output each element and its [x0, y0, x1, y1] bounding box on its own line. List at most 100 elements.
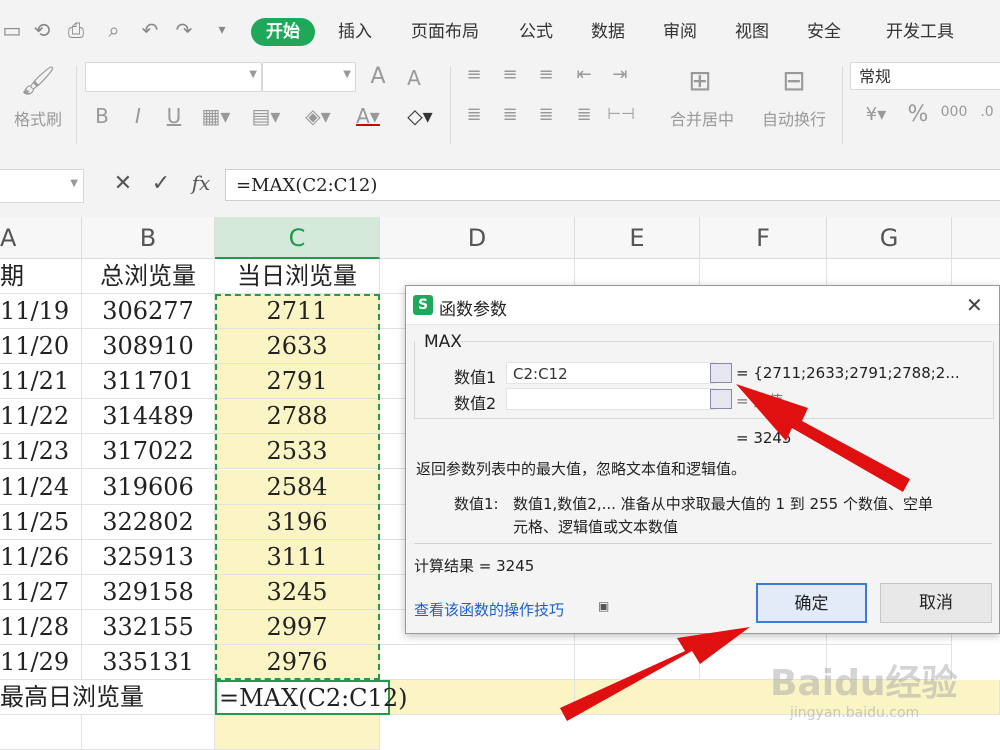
- wrap-text-label[interactable]: 自动换行: [754, 106, 834, 130]
- tab-data[interactable]: 数据: [580, 18, 636, 46]
- print-icon[interactable]: ⎙: [64, 18, 88, 42]
- dialog-titlebar[interactable]: S 函数参数 ✕: [406, 286, 999, 325]
- cell[interactable]: [390, 680, 575, 715]
- align-bottom-icon[interactable]: ≡: [534, 64, 558, 85]
- align-middle-icon[interactable]: ≡: [498, 64, 522, 85]
- cell-header-date[interactable]: 期: [0, 259, 82, 294]
- cell-total[interactable]: 335131: [82, 645, 215, 680]
- cell-daily[interactable]: 2791: [215, 364, 380, 400]
- tab-view[interactable]: 视图: [724, 18, 780, 46]
- collapse-dialog-icon[interactable]: [710, 389, 732, 409]
- column-header-blank[interactable]: [952, 217, 1000, 259]
- arg1-input[interactable]: C2:C12: [506, 362, 716, 384]
- cell[interactable]: [380, 645, 575, 680]
- cell-daily[interactable]: 2997: [215, 609, 380, 645]
- column-header-f[interactable]: F: [700, 217, 827, 259]
- formula-input[interactable]: =MAX(C2:C12): [225, 169, 1000, 201]
- increase-decimal-icon[interactable]: .0: [974, 104, 1000, 120]
- cell-total[interactable]: 329158: [82, 574, 215, 610]
- cell[interactable]: [0, 715, 82, 750]
- distributed-icon[interactable]: ⊢⊣: [606, 104, 636, 123]
- align-left-icon[interactable]: ≣: [462, 104, 486, 125]
- redo-icon[interactable]: ↷: [172, 18, 196, 42]
- cell-daily[interactable]: 3245: [215, 574, 380, 610]
- video-icon[interactable]: ▣: [598, 599, 609, 613]
- align-top-icon[interactable]: ≡: [462, 64, 486, 85]
- confirm-formula-icon[interactable]: ✓: [148, 171, 174, 196]
- bold-button[interactable]: B: [92, 104, 112, 128]
- customize-quick-access-icon[interactable]: ▾: [210, 18, 234, 42]
- wrap-text-icon[interactable]: ⊟: [774, 64, 814, 98]
- print-preview-icon[interactable]: ⌕: [102, 18, 126, 42]
- cell-daily[interactable]: 2533: [215, 434, 380, 470]
- tab-review[interactable]: 审阅: [652, 18, 708, 46]
- active-cell-formula[interactable]: =MAX(C2:C12): [215, 680, 407, 715]
- format-painter-icon[interactable]: 🖌: [18, 64, 58, 98]
- column-header-b[interactable]: B: [82, 217, 215, 259]
- cell-date[interactable]: 11/26: [0, 539, 82, 575]
- cell-total[interactable]: 322802: [82, 504, 215, 540]
- column-header-g[interactable]: G: [827, 217, 952, 259]
- cell-total[interactable]: 308910: [82, 329, 215, 365]
- cell-daily[interactable]: 2976: [215, 645, 380, 680]
- tab-developer[interactable]: 开发工具: [876, 18, 964, 46]
- undo-icon[interactable]: ↶: [138, 18, 162, 42]
- decrease-indent-icon[interactable]: ⇤: [572, 64, 596, 85]
- underline-button[interactable]: U: [164, 104, 184, 128]
- percent-icon[interactable]: %: [904, 102, 932, 127]
- collapse-dialog-icon[interactable]: [710, 363, 732, 383]
- increase-font-icon[interactable]: A: [366, 64, 390, 89]
- currency-icon[interactable]: ¥▾: [856, 104, 896, 125]
- cell-daily[interactable]: 3196: [215, 504, 380, 540]
- cell-daily[interactable]: 2711: [215, 294, 380, 329]
- cloud-save-icon[interactable]: ⟲: [30, 18, 54, 42]
- increase-indent-icon[interactable]: ⇥: [608, 64, 632, 85]
- cell-date[interactable]: 11/29: [0, 645, 82, 680]
- tab-page-layout[interactable]: 页面布局: [400, 18, 490, 46]
- cell-total[interactable]: 306277: [82, 294, 215, 329]
- cell[interactable]: [82, 715, 215, 750]
- merge-center-label[interactable]: 合并居中: [656, 106, 748, 130]
- align-right-icon[interactable]: ≣: [534, 104, 558, 125]
- ok-button[interactable]: 确定: [756, 583, 867, 623]
- cancel-button[interactable]: 取消: [880, 583, 992, 623]
- justify-icon[interactable]: ≣: [572, 104, 596, 125]
- tab-home[interactable]: 开始: [251, 18, 315, 46]
- cell-style-icon[interactable]: ▤▾: [248, 104, 284, 128]
- insert-function-icon[interactable]: fx: [186, 171, 216, 195]
- cell-total[interactable]: 311701: [82, 364, 215, 400]
- borders-icon[interactable]: ▦▾: [198, 104, 234, 128]
- cell-daily[interactable]: 2788: [215, 399, 380, 435]
- thousands-separator-icon[interactable]: 000: [940, 104, 968, 120]
- cell-date[interactable]: 11/20: [0, 329, 82, 365]
- cell-total[interactable]: 314489: [82, 399, 215, 435]
- cancel-formula-icon[interactable]: ✕: [110, 171, 136, 196]
- cell-date[interactable]: 11/28: [0, 609, 82, 645]
- tab-insert[interactable]: 插入: [325, 18, 385, 46]
- merge-center-icon[interactable]: ⊞: [680, 64, 720, 98]
- font-size-combo[interactable]: ▼: [262, 62, 356, 92]
- align-center-icon[interactable]: ≣: [498, 104, 522, 125]
- cell-date[interactable]: 11/27: [0, 574, 82, 610]
- cell-daily[interactable]: 3111: [215, 539, 380, 575]
- cell-max-label[interactable]: 最高日浏览量: [0, 680, 215, 715]
- cell-date[interactable]: 11/23: [0, 434, 82, 470]
- folder-icon[interactable]: ▭: [0, 18, 24, 42]
- help-link[interactable]: 查看该函数的操作技巧: [414, 599, 564, 620]
- italic-button[interactable]: I: [128, 104, 148, 128]
- cell-date[interactable]: 11/25: [0, 504, 82, 540]
- cell-total[interactable]: 325913: [82, 539, 215, 575]
- number-format-combo[interactable]: 常规: [850, 62, 1000, 90]
- cell-total[interactable]: 332155: [82, 609, 215, 645]
- tab-security[interactable]: 安全: [796, 18, 852, 46]
- fill-color-icon[interactable]: ◈▾: [298, 104, 338, 128]
- column-header-c[interactable]: C: [215, 217, 380, 259]
- column-header-a[interactable]: A: [0, 217, 82, 259]
- column-header-d[interactable]: D: [380, 217, 575, 259]
- cell-header-daily[interactable]: 当日浏览量: [215, 259, 380, 294]
- format-painter-label[interactable]: 格式刷: [6, 106, 70, 130]
- arg2-input[interactable]: [506, 388, 716, 410]
- cell[interactable]: [215, 715, 380, 750]
- cell-date[interactable]: 11/21: [0, 364, 82, 400]
- cell-daily[interactable]: 2633: [215, 329, 380, 365]
